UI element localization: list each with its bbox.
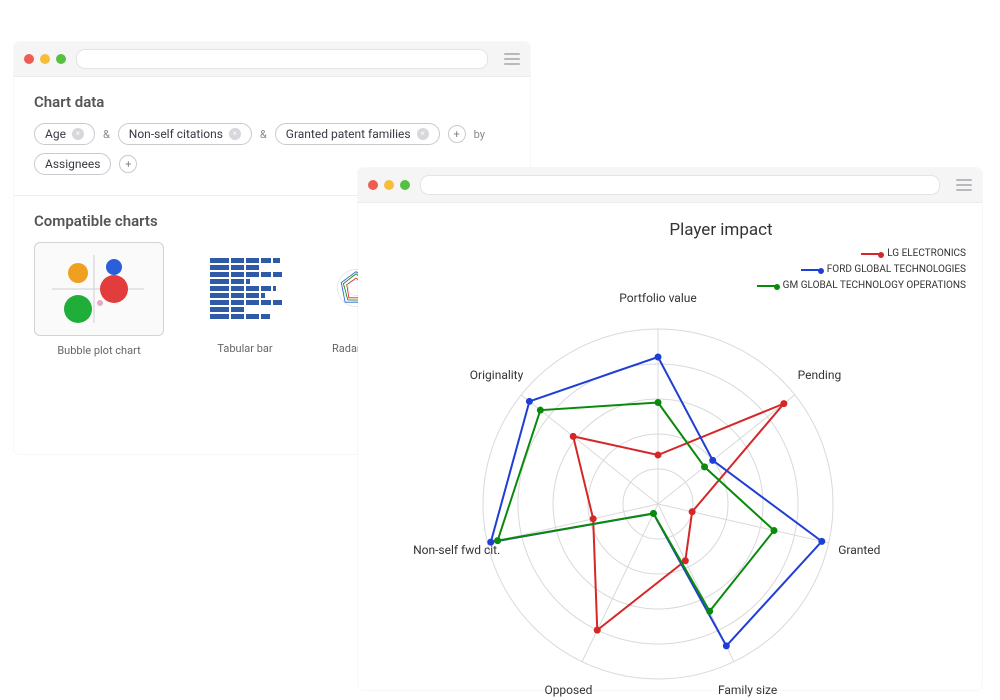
axis-label: Pending [798, 368, 842, 382]
front-window: Player impact LG ELECTRONICS FORD GLOBAL… [358, 168, 982, 690]
legend-label: FORD GLOBAL TECHNOLOGIES [827, 264, 966, 275]
chart-card-caption: Bubble plot chart [34, 344, 164, 357]
axis-label: Non-self fwd cit. [413, 543, 500, 557]
legend-item-gm[interactable]: GM GLOBAL TECHNOLOGY OPERATIONS [757, 280, 966, 291]
close-icon[interactable] [368, 180, 378, 190]
legend-label: GM GLOBAL TECHNOLOGY OPERATIONS [783, 280, 966, 291]
chip-granted-patent-families[interactable]: Granted patent families × [275, 123, 440, 145]
traffic-lights [24, 54, 66, 64]
chart-card-tabular-bar[interactable]: Tabular bar [180, 242, 310, 357]
legend-swatch-icon [801, 269, 821, 271]
chip-label: Assignees [45, 157, 100, 171]
minimize-icon[interactable] [384, 180, 394, 190]
legend-swatch-icon [757, 285, 777, 287]
titlebar [358, 168, 982, 203]
bubble-plot-icon [44, 249, 154, 329]
hamburger-menu-icon[interactable] [504, 53, 520, 65]
chip-assignees[interactable]: Assignees [34, 153, 111, 175]
radar-chart-svg [358, 244, 982, 700]
chip-non-self-citations[interactable]: Non-self citations × [118, 123, 252, 145]
minimize-icon[interactable] [40, 54, 50, 64]
chart-title: Player impact [468, 220, 974, 240]
axis-label: Granted [838, 543, 880, 557]
legend-item-ford[interactable]: FORD GLOBAL TECHNOLOGIES [757, 264, 966, 275]
conjunction-and: & [260, 128, 267, 141]
zoom-icon[interactable] [56, 54, 66, 64]
remove-chip-icon[interactable]: × [72, 128, 84, 140]
axis-label: Family size [718, 683, 777, 697]
tabular-thumb [180, 242, 310, 334]
axis-label: Portfolio value [619, 291, 696, 305]
chip-age[interactable]: Age × [34, 123, 95, 145]
add-dimension-button[interactable]: + [119, 155, 137, 173]
radar-chart-area: Player impact LG ELECTRONICS FORD GLOBAL… [358, 202, 982, 690]
axis-label: Opposed [544, 683, 592, 697]
legend-swatch-icon [861, 253, 881, 255]
address-bar[interactable] [420, 175, 940, 195]
remove-chip-icon[interactable]: × [229, 128, 241, 140]
chart-card-bubble[interactable]: Bubble plot chart [34, 242, 164, 357]
by-label: by [474, 128, 485, 141]
chip-label: Non-self citations [129, 127, 223, 141]
chart-legend: LG ELECTRONICS FORD GLOBAL TECHNOLOGIES … [757, 248, 966, 296]
titlebar [14, 42, 530, 77]
zoom-icon[interactable] [400, 180, 410, 190]
hamburger-menu-icon[interactable] [956, 179, 972, 191]
conjunction-and: & [103, 128, 110, 141]
legend-label: LG ELECTRONICS [887, 248, 966, 259]
tabular-bar-icon [190, 248, 300, 328]
chart-data-heading: Chart data [34, 93, 510, 111]
remove-chip-icon[interactable]: × [417, 128, 429, 140]
chip-label: Granted patent families [286, 127, 411, 141]
close-icon[interactable] [24, 54, 34, 64]
add-metric-button[interactable]: + [448, 125, 466, 143]
chip-label: Age [45, 127, 66, 141]
axis-label: Originality [470, 368, 524, 382]
traffic-lights [368, 180, 410, 190]
legend-item-lg[interactable]: LG ELECTRONICS [757, 248, 966, 259]
chart-card-caption: Tabular bar [180, 342, 310, 355]
bubble-thumb [34, 242, 164, 336]
address-bar[interactable] [76, 49, 488, 69]
